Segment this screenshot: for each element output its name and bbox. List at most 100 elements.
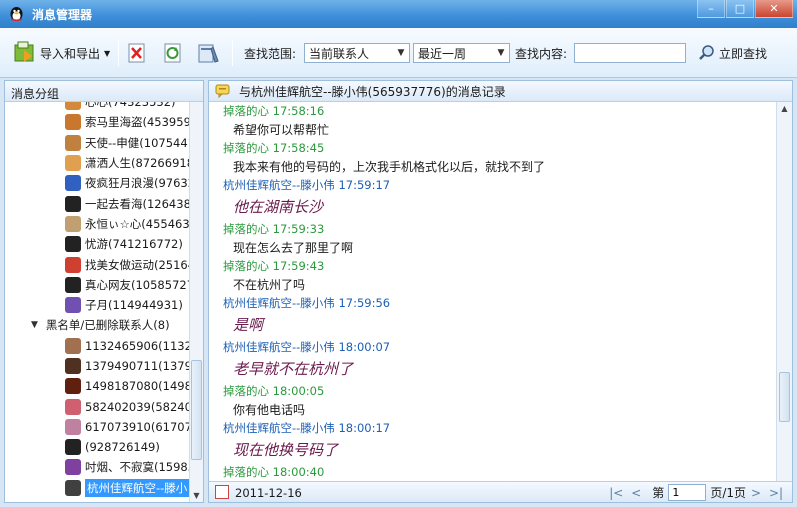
avatar-icon — [65, 398, 81, 415]
tools-icon — [198, 44, 219, 63]
tree-contact[interactable]: 找美女做运动(25164 — [5, 254, 191, 274]
message-record-title: 与杭州佳辉航空--滕小伟(565937776)的消息记录 — [239, 84, 506, 99]
tree-contact[interactable]: 心心(74323532) — [5, 102, 191, 112]
scrollbar-thumb[interactable] — [779, 372, 790, 422]
scope-select[interactable]: 当前联系人 ▼ — [304, 43, 410, 63]
tree-contact[interactable]: 真心网友(105857278 — [5, 275, 191, 295]
refresh-button[interactable] — [160, 40, 186, 66]
tree-contact[interactable]: 1498187080(149818 — [5, 376, 191, 396]
tree-contact[interactable]: 夜疯狂月浪漫(97632 — [5, 173, 191, 193]
maximize-button[interactable]: □ — [726, 0, 754, 18]
scroll-down-icon[interactable]: ▼ — [190, 491, 203, 500]
toolbar-separator — [232, 40, 233, 66]
scrollbar-thumb[interactable] — [191, 360, 202, 460]
tree-contact-label: 忧游(741216772) — [85, 237, 183, 252]
search-icon — [699, 45, 714, 60]
page-input[interactable] — [668, 484, 707, 501]
search-input[interactable] — [574, 43, 686, 63]
tree-contact-label: 617073910(6170739 — [85, 419, 191, 434]
next-page-icon[interactable]: > — [748, 486, 764, 500]
search-button[interactable]: 立即查找 — [698, 44, 767, 62]
message-header: 掉落的心 18:00:05 — [223, 384, 325, 398]
time-range-select[interactable]: 最近一周 ▼ — [413, 43, 510, 63]
tree-contact[interactable]: 吋烟、不寂寞(15985 — [5, 457, 191, 477]
avatar-icon — [65, 297, 81, 314]
scope-select-value: 当前联系人 — [309, 46, 370, 61]
message-footer: 2011-12-16 |< < 第 页/1页 > >| — [209, 481, 792, 502]
qq-penguin-icon — [10, 7, 23, 21]
avatar-icon — [65, 256, 81, 273]
message-header: 掉落的心 17:58:16 — [223, 104, 325, 118]
chevron-down-icon: ▼ — [31, 320, 38, 331]
close-button[interactable]: ✕ — [755, 0, 793, 18]
message-text: 我本来有他的号码的，上次我手机格式化以后，就找不到了 — [233, 160, 546, 174]
messages-scrollbar[interactable]: ▲ — [776, 102, 792, 482]
chat-record-icon — [215, 84, 230, 98]
contact-tree: 心心(74323532) 索马里海盗(4539595 天使--申健(1075441 潇… — [5, 102, 191, 502]
search-content-label: 查找内容: — [515, 47, 568, 61]
delete-icon — [128, 43, 145, 63]
tree-contact[interactable]: (928726149) — [5, 437, 191, 457]
tree-contact-label: 一起去看海(1264381 — [85, 196, 191, 211]
tree-contact[interactable]: 忧游(741216772) — [5, 234, 191, 254]
avatar-icon — [65, 276, 81, 293]
page-label-pre: 第 — [652, 486, 665, 500]
chevron-down-icon: ▼ — [497, 48, 505, 58]
calendar-icon[interactable] — [215, 485, 229, 499]
last-page-icon[interactable]: >| — [768, 486, 784, 500]
prev-page-icon[interactable]: < — [628, 486, 644, 500]
message-groups-title: 消息分组 — [5, 81, 203, 102]
tree-contact[interactable]: 子月(114944931) — [5, 295, 191, 315]
tree-contact[interactable]: 索马里海盗(4539595 — [5, 112, 191, 132]
tree-contact[interactable]: 杭州佳辉航空--滕小 — [5, 478, 191, 498]
message-groups-panel: 消息分组 心心(74323532) 索马里海盗(4539595 天使--申健(107… — [4, 80, 204, 503]
tree-contact-label: 吋烟、不寂寞(15985 — [85, 460, 191, 475]
avatar-icon — [65, 114, 81, 131]
first-page-icon[interactable]: |< — [608, 486, 624, 500]
avatar-icon — [65, 479, 81, 496]
tree-group-blacklist[interactable]: ▼ 黑名单/已删除联系人(8) — [5, 315, 191, 335]
tree-contact[interactable]: 潇洒人生(87266918) — [5, 153, 191, 173]
avatar-icon — [65, 175, 81, 192]
chevron-down-icon: ▼ — [104, 48, 111, 58]
tree-contact-label: 心心(74323532) — [85, 102, 176, 110]
tree-contact[interactable]: 582402039(5824020 — [5, 396, 191, 416]
tree-group-label: 黑名单/已删除联系人(8) — [45, 318, 170, 333]
delete-button[interactable] — [124, 40, 150, 66]
tree-contact-label: 潇洒人生(87266918) — [85, 156, 191, 171]
page-label-post: 页/1页 — [710, 486, 746, 500]
tree-contact-label: 永恒ぃ☆心(4554638 — [85, 216, 191, 231]
scroll-up-icon[interactable]: ▲ — [777, 104, 792, 113]
tree-contact[interactable]: 617073910(6170739 — [5, 417, 191, 437]
tree-contact-label: 杭州佳辉航空--滕小 — [85, 478, 190, 497]
message-header: 杭州佳辉航空--滕小伟 17:59:56 — [223, 296, 391, 310]
tree-contact[interactable]: 永恒ぃ☆心(4554638 — [5, 214, 191, 234]
avatar-icon — [65, 155, 81, 172]
settings-button[interactable] — [196, 40, 222, 66]
avatar-icon — [65, 439, 81, 456]
message-record-header: 与杭州佳辉航空--滕小伟(565937776)的消息记录 — [209, 81, 792, 102]
avatar-icon — [65, 358, 81, 374]
tree-scrollbar[interactable]: ▼ — [189, 102, 203, 502]
tree-contact-label: 1132465906(113246 — [85, 338, 191, 353]
message-list: 掉落的心 17:58:16 希望你可以帮帮忙 掉落的心 17:58:45 我本来有他的… — [223, 102, 773, 482]
tree-contact-label: (928726149) — [85, 440, 160, 455]
avatar-icon — [65, 236, 81, 253]
toolbar: 导入和导出 ▼ 查找范围: 当前联系人 ▼ 最近一周 ▼ 查找内容: 立即查找 — [0, 28, 797, 78]
tree-contact-label: 天使--申健(1075441 — [85, 135, 191, 150]
message-text: 老早就不在杭州了 — [233, 360, 354, 378]
avatar-icon — [65, 337, 81, 354]
tree-contact-label: 索马里海盗(4539595 — [85, 115, 191, 130]
tree-contact[interactable]: 天使--申健(1075441 — [5, 133, 191, 153]
message-text: 不在杭州了吗 — [233, 278, 306, 292]
search-button-label: 立即查找 — [719, 46, 768, 61]
tree-contact-label: 真心网友(105857278 — [85, 277, 191, 292]
message-record-panel: 与杭州佳辉航空--滕小伟(565937776)的消息记录 掉落的心 17:58:… — [208, 80, 793, 503]
toolbar-separator — [118, 40, 119, 66]
import-export-button[interactable]: 导入和导出 ▼ — [12, 40, 110, 66]
tree-contact[interactable]: 一起去看海(1264381 — [5, 193, 191, 213]
minimize-button[interactable]: – — [697, 0, 725, 18]
tree-contact[interactable]: 1379490711(137949 — [5, 356, 191, 376]
tree-contact[interactable]: 1132465906(113246 — [5, 336, 191, 356]
avatar-icon — [65, 195, 81, 212]
